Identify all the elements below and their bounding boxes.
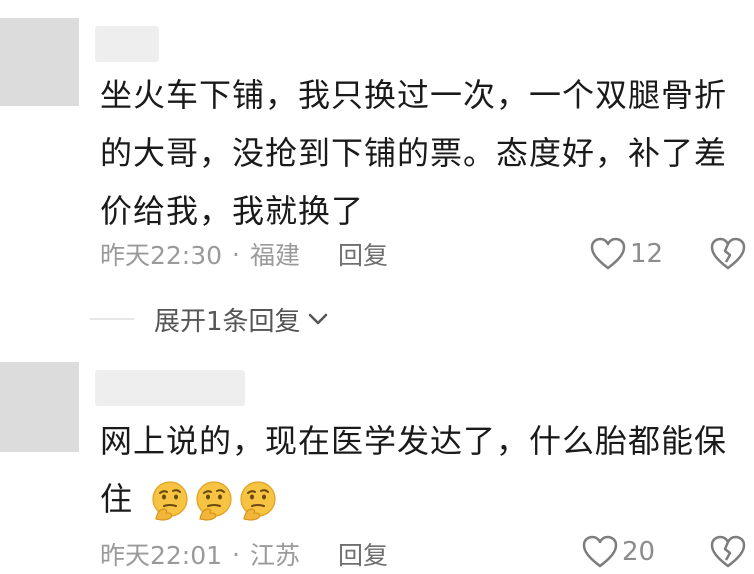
comment-time: 昨天22:01 — [100, 541, 223, 570]
thinking-emoji-icon — [240, 481, 276, 521]
comment-text: 坐火车下铺，我只换过一次，一个双腿骨折的大哥，没抢到下铺的票。态度好，补了差价给… — [100, 66, 740, 240]
like-count: 12 — [630, 239, 664, 269]
reply-button[interactable]: 回复 — [338, 536, 388, 572]
username-redacted[interactable] — [95, 26, 159, 62]
username-redacted[interactable] — [95, 370, 245, 406]
comment-body: 坐火车下铺，我只换过一次，一个双腿骨折的大哥，没抢到下铺的票。态度好，补了差价给… — [100, 76, 728, 230]
heart-icon — [582, 535, 618, 568]
broken-heart-icon — [710, 237, 746, 270]
like-count: 20 — [622, 537, 656, 567]
comment-meta: 昨天22:30 · 福建 回复 — [100, 234, 388, 274]
heart-icon — [590, 237, 626, 270]
thinking-emoji-icon — [152, 481, 188, 521]
dislike-button[interactable] — [710, 234, 746, 274]
reply-button[interactable]: 回复 — [338, 236, 388, 272]
avatar[interactable] — [0, 362, 79, 452]
dislike-button[interactable] — [710, 532, 746, 572]
comment-location: 江苏 — [250, 541, 301, 570]
meta-separator: · — [232, 539, 240, 569]
thinking-emoji-icon — [196, 481, 232, 521]
like-button[interactable]: 20 — [582, 532, 655, 572]
avatar[interactable] — [0, 18, 79, 106]
comment-location: 福建 — [250, 241, 301, 270]
divider-line — [90, 318, 134, 320]
expand-replies-button[interactable]: 展开1条回复 — [90, 298, 329, 340]
broken-heart-icon — [710, 535, 746, 568]
comment-meta: 昨天22:01 · 江苏 回复 — [100, 534, 388, 574]
chevron-down-icon — [308, 313, 327, 325]
emoji-group — [148, 479, 280, 523]
comment-text: 网上说的，现在医学发达了，什么胎都能保住 — [100, 412, 740, 528]
comment-time: 昨天22:30 — [100, 241, 223, 270]
meta-separator: · — [232, 239, 240, 269]
expand-replies-label: 展开1条回复 — [154, 306, 301, 337]
like-button[interactable]: 12 — [590, 234, 663, 274]
